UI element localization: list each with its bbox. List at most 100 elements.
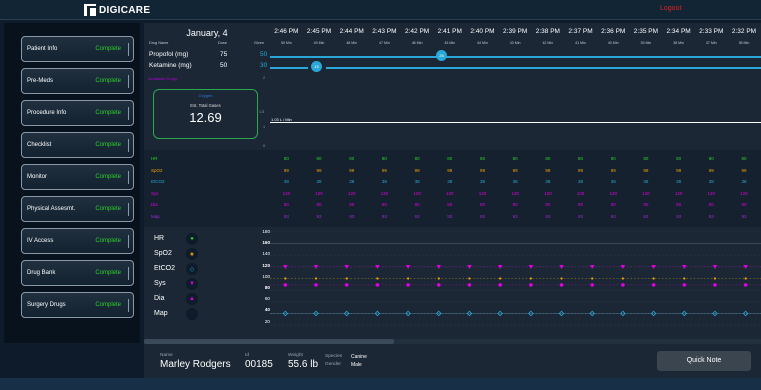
brand-logo: DIGICARE xyxy=(84,3,150,18)
data-point-spo2[interactable] xyxy=(345,277,348,280)
data-point-dia[interactable] xyxy=(713,283,717,287)
legend-item-dia[interactable]: Dia ▲ xyxy=(151,292,261,306)
sidebar-item-patient-info[interactable]: Patient Info Complete xyxy=(21,36,134,62)
drug-given: 50 xyxy=(260,51,268,58)
data-point-spo2[interactable] xyxy=(406,277,410,280)
data-point-dia[interactable] xyxy=(467,283,472,287)
vitals-table: HR 80 80 80 80 80 80 80 80 80 80 80 80 80 80 80 80 SpO2 99… xyxy=(144,150,761,227)
data-point-dia[interactable] xyxy=(590,283,595,287)
vital-value: 120 xyxy=(413,190,421,196)
status-badge: Complete xyxy=(95,78,121,84)
data-point-spo2[interactable] xyxy=(560,277,563,280)
vital-row-hr: 80808080808080808080808080808080 xyxy=(270,156,761,163)
ketamine-dose-marker[interactable]: 15 xyxy=(311,61,322,72)
vital-value: 120 xyxy=(478,190,487,196)
data-point-dia[interactable] xyxy=(375,283,380,287)
minute-column-header: 48 Min xyxy=(346,41,358,45)
data-point-sys[interactable] xyxy=(436,265,441,270)
minute-column-header: 41 Min xyxy=(575,41,586,45)
data-point-dia[interactable] xyxy=(314,283,318,287)
data-point-spo2[interactable] xyxy=(284,277,287,280)
sidebar-item-monitor[interactable]: Monitor Complete xyxy=(21,164,134,190)
data-point-spo2[interactable] xyxy=(652,277,655,280)
sidebar-item-surgery-drugs[interactable]: Surgery Drugs Complete xyxy=(21,292,134,318)
vital-value: 99 xyxy=(316,167,322,173)
vital-value: 120 xyxy=(347,190,356,196)
patient-gender: Male xyxy=(351,362,362,368)
vital-value: 93 xyxy=(676,213,682,219)
weight-label: Weight xyxy=(288,353,303,358)
gender-label: Gender xyxy=(325,362,341,367)
vital-value: 93 xyxy=(610,213,616,219)
data-point-sys[interactable] xyxy=(712,265,718,270)
vital-value: 80 xyxy=(578,202,584,207)
sidebar-item-pre-meds[interactable]: Pre-Meds Complete xyxy=(21,68,134,94)
propofol-dose-marker[interactable]: 25 xyxy=(436,50,447,61)
vital-value: 99 xyxy=(381,167,387,173)
data-point-spo2[interactable] xyxy=(591,277,594,280)
data-point-dia[interactable] xyxy=(559,283,564,287)
time-column-header: 2:40 PM xyxy=(470,28,495,35)
data-point-dia[interactable] xyxy=(436,283,441,287)
sidebar-item-label: Physical Assesmt. xyxy=(27,206,76,212)
drug-row-propofol[interactable]: Propofol (mg) 75 50 xyxy=(148,51,268,61)
vital-value: 80 xyxy=(316,156,322,161)
vital-value: 80 xyxy=(316,202,322,207)
data-point-dia[interactable] xyxy=(344,283,349,287)
data-point-spo2[interactable] xyxy=(468,277,471,280)
sidebar-item-procedure-info[interactable]: Procedure Info Complete xyxy=(21,100,134,126)
sidebar-item-checklist[interactable]: Checklist Complete xyxy=(21,132,134,158)
data-point-spo2[interactable] xyxy=(621,277,625,280)
data-point-dia[interactable] xyxy=(651,283,656,287)
bottom-bar xyxy=(0,378,761,390)
vital-value: 80 xyxy=(643,156,649,161)
quick-note-button[interactable]: Quick Note xyxy=(657,351,751,371)
data-point-dia[interactable] xyxy=(406,283,410,287)
data-point-dia[interactable] xyxy=(529,283,533,287)
data-point-spo2[interactable] xyxy=(683,277,686,280)
vital-value: 120 xyxy=(315,190,323,196)
data-point-sys[interactable] xyxy=(620,265,626,270)
data-point-spo2[interactable] xyxy=(529,277,532,280)
vital-value: 80 xyxy=(512,156,518,161)
data-point-dia[interactable] xyxy=(498,283,502,287)
sidebar-item-physical-assesmt[interactable]: Physical Assesmt. Complete xyxy=(21,196,134,222)
drug-row-ketamine[interactable]: Ketamine (mg) 50 30 xyxy=(148,62,268,72)
flow-axis-tick: 1.5 xyxy=(259,110,265,114)
vital-value: 120 xyxy=(282,190,291,196)
data-point-dia[interactable] xyxy=(743,283,748,287)
vital-value: 93 xyxy=(349,213,355,219)
data-point-sys[interactable] xyxy=(528,265,534,270)
sidebar-item-iv-access[interactable]: IV Access Complete xyxy=(21,228,134,254)
logout-button[interactable]: Logout xyxy=(660,5,681,12)
data-point-spo2[interactable] xyxy=(713,277,717,280)
data-point-spo2[interactable] xyxy=(314,277,318,280)
gas-total-label: Est. Total Gases xyxy=(190,103,221,108)
data-point-dia[interactable] xyxy=(621,283,625,287)
data-point-spo2[interactable] xyxy=(437,277,440,280)
vital-value: 99 xyxy=(578,167,584,173)
data-point-dia[interactable] xyxy=(682,283,687,287)
data-point-sys[interactable] xyxy=(344,265,349,270)
legend-item-sys[interactable]: Sys ▼ xyxy=(151,277,261,291)
legend-item-map[interactable]: Map xyxy=(151,307,261,321)
vital-value: 80 xyxy=(381,156,387,161)
data-point-spo2[interactable] xyxy=(376,277,379,280)
data-point-dia[interactable] xyxy=(283,283,288,287)
data-point-spo2[interactable] xyxy=(744,277,747,280)
sidebar-item-label: IV Access xyxy=(27,238,54,244)
gas-total-box[interactable]: Oxygen Est. Total Gases 12.69 xyxy=(153,89,258,139)
diamond-icon: ◇ xyxy=(186,263,198,275)
vital-value: 99 xyxy=(676,167,682,173)
time-column-header: 2:45 PM xyxy=(306,28,332,35)
vital-value: 80 xyxy=(741,156,747,161)
drug-dose: 75 xyxy=(220,51,228,58)
data-point-spo2[interactable] xyxy=(499,277,502,280)
legend-item-spo2[interactable]: SpO2 ★ xyxy=(151,247,261,261)
sidebar-item-drug-bank[interactable]: Drug Bank Complete xyxy=(21,260,134,286)
legend-item-hr[interactable]: HR ● xyxy=(151,232,261,246)
vital-value: 93 xyxy=(381,213,387,219)
triangle-up-icon: ▲ xyxy=(186,293,198,305)
legend-item-etco2[interactable]: EtCO2 ◇ xyxy=(151,262,261,276)
vital-value: 80 xyxy=(381,202,387,207)
